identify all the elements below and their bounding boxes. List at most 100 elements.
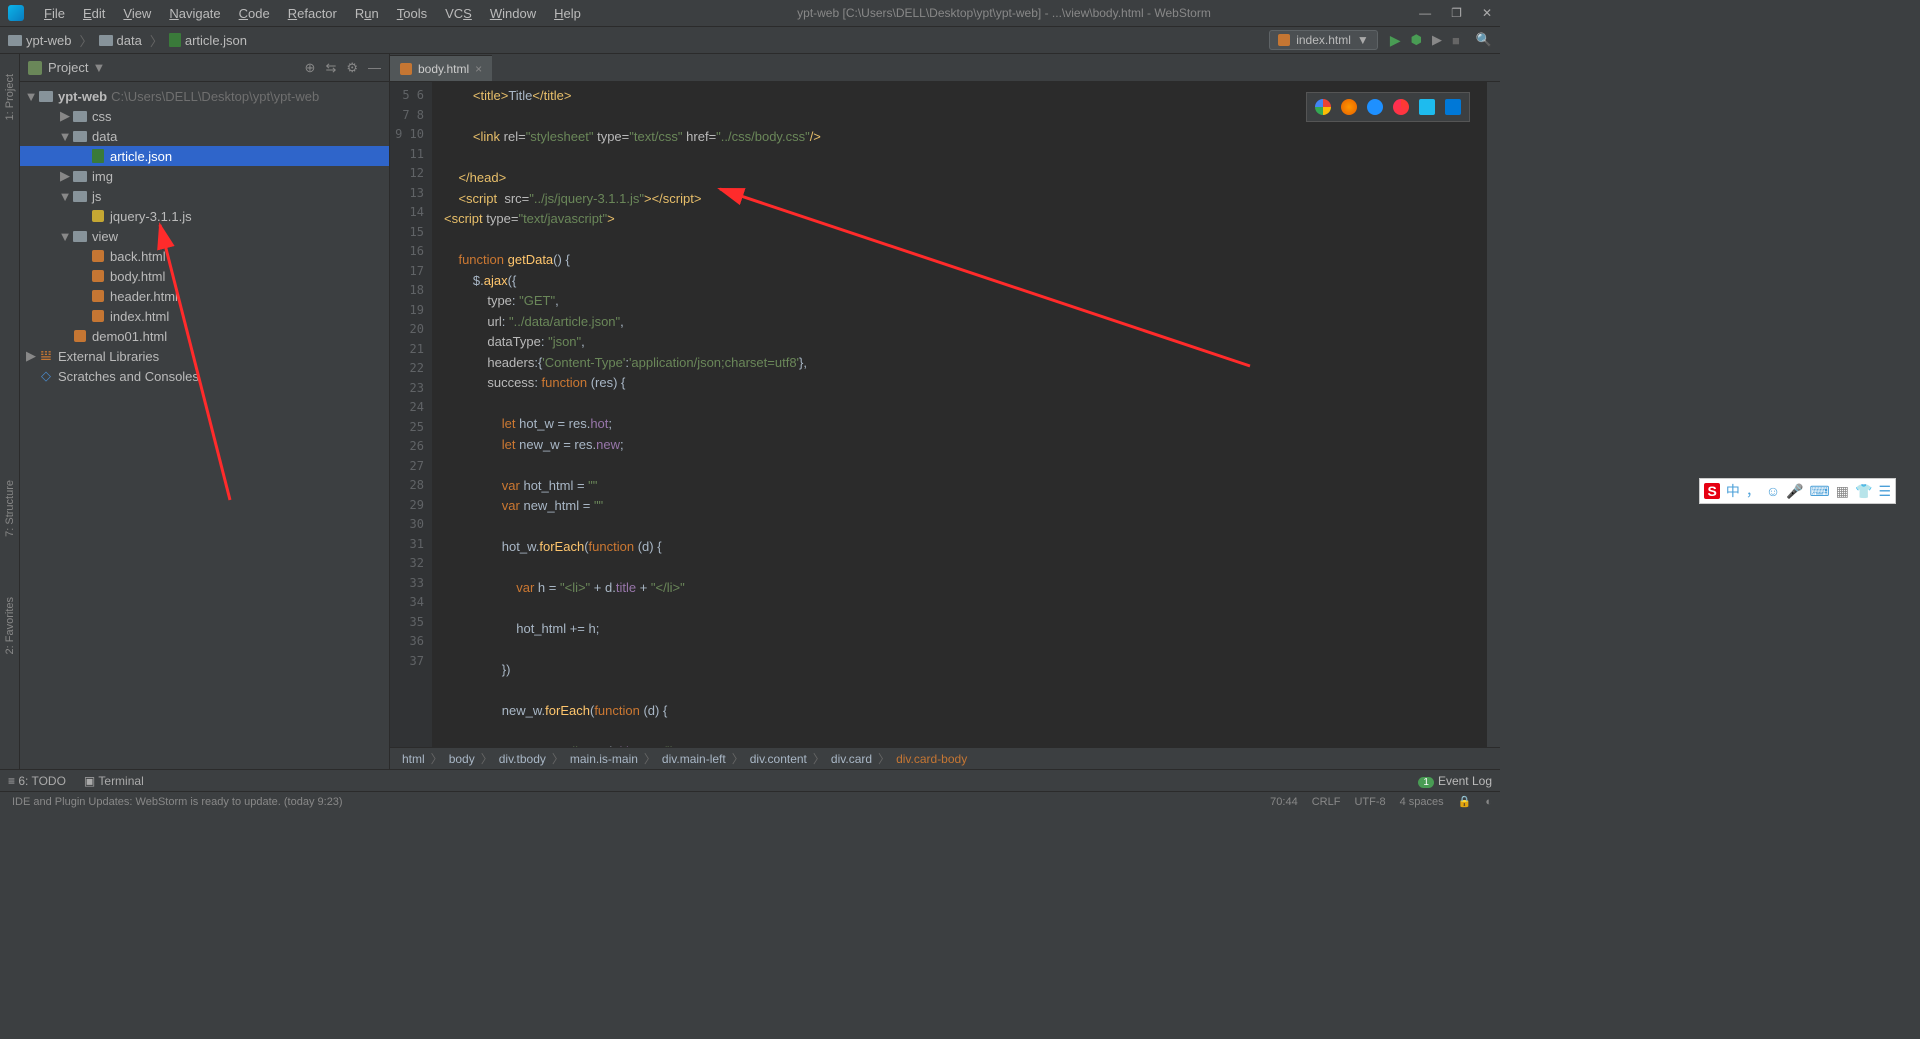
chevron-down-icon[interactable]: ▼ bbox=[92, 60, 105, 75]
html-icon bbox=[90, 310, 106, 322]
sogou-icon[interactable]: S bbox=[1704, 483, 1719, 499]
chrome-icon[interactable] bbox=[1315, 99, 1331, 115]
menu-navigate[interactable]: Navigate bbox=[161, 4, 228, 23]
project-icon bbox=[28, 61, 42, 75]
tree-item-img[interactable]: ▶img bbox=[20, 166, 389, 186]
menu-run[interactable]: Run bbox=[347, 4, 387, 23]
tool-project-tab[interactable]: 1: Project bbox=[4, 74, 16, 120]
folder-icon bbox=[72, 171, 88, 182]
encoding[interactable]: UTF-8 bbox=[1354, 796, 1385, 808]
status-message[interactable]: IDE and Plugin Updates: WebStorm is read… bbox=[12, 796, 343, 808]
ime-voice[interactable]: 🎤 bbox=[1786, 483, 1803, 500]
tab-body-html[interactable]: body.html × bbox=[390, 55, 492, 81]
stop-icon[interactable]: ■ bbox=[1452, 33, 1460, 48]
close-tab-icon[interactable]: × bbox=[475, 62, 482, 76]
sidebar-header: Project ▼ ⊕ ⇆ ⚙ — bbox=[20, 54, 389, 82]
breadcrumb-root[interactable]: ypt-web〉 bbox=[8, 31, 93, 50]
tree-item-css[interactable]: ▶css bbox=[20, 106, 389, 126]
gear-icon[interactable]: ⚙ bbox=[346, 60, 358, 76]
breadcrumb-file[interactable]: article.json bbox=[169, 33, 247, 48]
right-marker-strip[interactable] bbox=[1486, 82, 1500, 747]
tool-structure-tab[interactable]: 7: Structure bbox=[4, 480, 16, 537]
menu-file[interactable]: File bbox=[36, 4, 73, 23]
target-icon[interactable]: ⊕ bbox=[305, 60, 316, 76]
structure-breadcrumb[interactable]: html〉body〉div.tbody〉main.is-main〉div.mai… bbox=[390, 747, 1500, 769]
ime-menu[interactable]: ☰ bbox=[1878, 483, 1891, 500]
browser-preview-bar bbox=[1306, 92, 1470, 122]
tool-favorites-tab[interactable]: 2: Favorites bbox=[4, 597, 16, 654]
menu-vcs[interactable]: VCS bbox=[437, 4, 480, 23]
tree-item-jquery-3-1-1-js[interactable]: jquery-3.1.1.js bbox=[20, 206, 389, 226]
menu-edit[interactable]: Edit bbox=[75, 4, 113, 23]
crumb-div-content[interactable]: div.content bbox=[750, 752, 807, 766]
crumb-div-tbody[interactable]: div.tbody bbox=[499, 752, 546, 766]
event-log-tab[interactable]: 1Event Log bbox=[1418, 774, 1492, 788]
todo-tab[interactable]: ≡ 6: TODO bbox=[8, 774, 66, 788]
tree-item-data[interactable]: ▼data bbox=[20, 126, 389, 146]
menu-help[interactable]: Help bbox=[546, 4, 589, 23]
safari-icon[interactable] bbox=[1367, 99, 1383, 115]
terminal-tab[interactable]: ▣ Terminal bbox=[84, 774, 144, 788]
external-libraries[interactable]: ▶𝍎 External Libraries bbox=[20, 346, 389, 366]
jsfile-icon bbox=[90, 210, 106, 222]
ime-skin[interactable]: 👕 bbox=[1855, 483, 1872, 500]
tree-item-demo01-html[interactable]: demo01.html bbox=[20, 326, 389, 346]
menu-bar: File Edit View Navigate Code Refactor Ru… bbox=[36, 4, 589, 23]
ime-lang[interactable]: 中 bbox=[1726, 481, 1740, 501]
ime-emoji[interactable]: ☺ bbox=[1766, 483, 1780, 499]
ie-icon[interactable] bbox=[1419, 99, 1435, 115]
maximize-icon[interactable]: ❐ bbox=[1451, 6, 1462, 20]
ime-keyboard[interactable]: ⌨ bbox=[1810, 483, 1830, 500]
indent[interactable]: 4 spaces bbox=[1400, 796, 1444, 808]
tree-item-header-html[interactable]: header.html bbox=[20, 286, 389, 306]
crumb-div-card[interactable]: div.card bbox=[831, 752, 872, 766]
line-separator[interactable]: CRLF bbox=[1312, 796, 1341, 808]
crumb-html[interactable]: html bbox=[402, 752, 425, 766]
tree-item-index-html[interactable]: index.html bbox=[20, 306, 389, 326]
tree-item-view[interactable]: ▼view bbox=[20, 226, 389, 246]
json-icon bbox=[90, 149, 106, 163]
crumb-main-is-main[interactable]: main.is-main bbox=[570, 752, 638, 766]
coverage-icon[interactable]: ▶ bbox=[1432, 32, 1442, 48]
opera-icon[interactable] bbox=[1393, 99, 1409, 115]
crumb-body[interactable]: body bbox=[449, 752, 475, 766]
run-icon[interactable]: ▶ bbox=[1390, 32, 1401, 49]
html-icon bbox=[72, 330, 88, 342]
menu-refactor[interactable]: Refactor bbox=[280, 4, 345, 23]
menu-view[interactable]: View bbox=[115, 4, 159, 23]
sidebar-title[interactable]: Project bbox=[48, 60, 88, 75]
scratches-and-consoles[interactable]: ◇ Scratches and Consoles bbox=[20, 366, 389, 386]
collapse-icon[interactable]: ⇆ bbox=[325, 60, 336, 76]
tree-root[interactable]: ▼ ypt-web C:\Users\DELL\Desktop\ypt\ypt-… bbox=[20, 86, 389, 106]
editor-tabs: body.html × bbox=[390, 54, 1500, 82]
close-icon[interactable]: ✕ bbox=[1482, 6, 1492, 20]
ime-toolbar[interactable]: S 中 ， ☺ 🎤 ⌨ ▦ 👕 ☰ bbox=[1699, 478, 1896, 504]
ime-grid[interactable]: ▦ bbox=[1836, 483, 1849, 500]
tree-item-back-html[interactable]: back.html bbox=[20, 246, 389, 266]
menu-code[interactable]: Code bbox=[231, 4, 278, 23]
crumb-div-card-body[interactable]: div.card-body bbox=[896, 752, 967, 766]
tree-item-article-json[interactable]: article.json bbox=[20, 146, 389, 166]
lock-icon[interactable]: 🔒 bbox=[1458, 795, 1472, 808]
tree-item-body-html[interactable]: body.html bbox=[20, 266, 389, 286]
edge-icon[interactable] bbox=[1445, 99, 1461, 115]
html-icon bbox=[90, 270, 106, 282]
code-editor[interactable]: <title>Title</title> <link rel="styleshe… bbox=[432, 82, 1486, 747]
menu-tools[interactable]: Tools bbox=[389, 4, 435, 23]
menu-window[interactable]: Window bbox=[482, 4, 544, 23]
cursor-position[interactable]: 70:44 bbox=[1270, 796, 1298, 808]
firefox-icon[interactable] bbox=[1341, 99, 1357, 115]
run-config-dropdown[interactable]: index.html▼ bbox=[1269, 30, 1378, 50]
hide-icon[interactable]: — bbox=[368, 60, 381, 76]
folder-icon bbox=[72, 231, 88, 242]
search-icon[interactable]: 🔍 bbox=[1476, 32, 1492, 48]
debug-icon[interactable]: ⬢ bbox=[1411, 32, 1422, 48]
ime-punct[interactable]: ， bbox=[1746, 481, 1760, 501]
crumb-div-main-left[interactable]: div.main-left bbox=[662, 752, 726, 766]
line-gutter[interactable]: 5 6 7 8 9 10 11 12 13 14 15 16 17 18 19 … bbox=[390, 82, 432, 747]
inspector-icon[interactable]: ◐ bbox=[1485, 796, 1492, 808]
folder-icon bbox=[72, 191, 88, 202]
minimize-icon[interactable]: — bbox=[1419, 6, 1431, 20]
breadcrumb-mid[interactable]: data〉 bbox=[99, 31, 163, 50]
tree-item-js[interactable]: ▼js bbox=[20, 186, 389, 206]
